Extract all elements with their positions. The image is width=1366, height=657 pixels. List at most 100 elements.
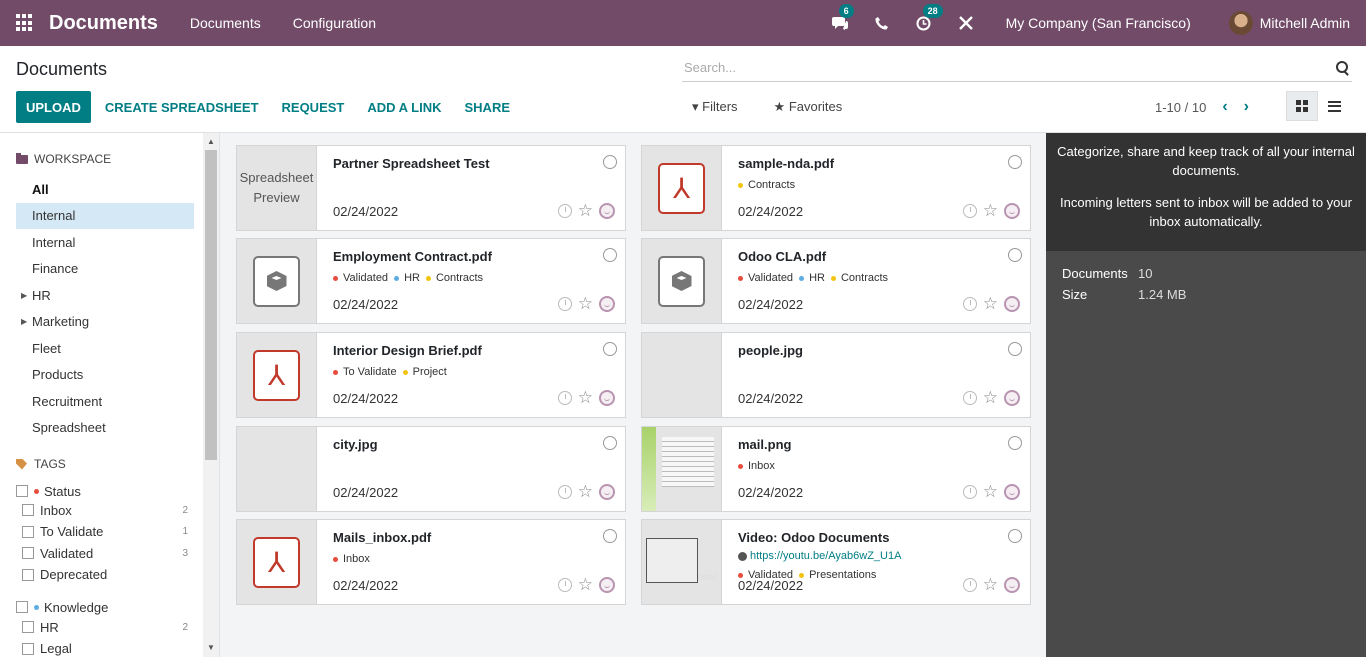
pager-next-icon[interactable]: ›: [1244, 98, 1249, 116]
scroll-down-icon[interactable]: ▼: [207, 643, 215, 652]
search-input[interactable]: [682, 60, 1336, 75]
menu-documents[interactable]: Documents: [190, 15, 261, 31]
clock-icon[interactable]: [962, 485, 977, 499]
star-icon[interactable]: ☆: [578, 576, 593, 593]
workspace-item[interactable]: Recruitment: [16, 388, 194, 414]
clock-icon[interactable]: [557, 297, 572, 311]
select-radio[interactable]: [1008, 155, 1022, 169]
url-text[interactable]: https://youtu.be/Ayab6wZ_U1A: [750, 550, 901, 562]
document-thumbnail[interactable]: [237, 239, 317, 323]
avatar-icon[interactable]: [599, 390, 615, 406]
workspace-item[interactable]: Spreadsheet: [16, 415, 194, 441]
document-card[interactable]: people.jpg 02/24/2022 ☆: [641, 332, 1031, 418]
document-card[interactable]: odoo Video: Odoo Documents https://youtu.b…: [641, 519, 1031, 605]
clock-icon[interactable]: [557, 485, 572, 499]
caret-right-icon[interactable]: ▶: [21, 291, 27, 300]
scroll-thumb[interactable]: [205, 150, 217, 460]
document-url[interactable]: https://youtu.be/Ayab6wZ_U1A: [738, 550, 901, 562]
document-name[interactable]: city.jpg: [333, 437, 378, 452]
tag-filter[interactable]: Validated 3: [22, 543, 192, 563]
document-name[interactable]: Employment Contract.pdf: [333, 249, 492, 264]
document-card[interactable]: mail.png Inbox 02/24/2022 ☆: [641, 426, 1031, 512]
checkbox[interactable]: [22, 525, 34, 538]
user-avatar[interactable]: [1228, 11, 1253, 35]
create-spreadsheet-button[interactable]: CREATE SPREADSHEET: [105, 100, 259, 115]
checkbox[interactable]: [22, 547, 34, 559]
workspace-item[interactable]: Internal: [16, 229, 194, 255]
document-name[interactable]: Video: Odoo Documents: [738, 530, 889, 545]
favorites-toggle[interactable]: ★ Favorites: [774, 99, 861, 115]
clock-icon[interactable]: [962, 578, 977, 592]
avatar-icon[interactable]: [599, 484, 615, 500]
scroll-up-icon[interactable]: ▲: [207, 137, 215, 146]
upload-button[interactable]: UPLOAD: [16, 91, 91, 123]
menu-configuration[interactable]: Configuration: [293, 15, 376, 31]
checkbox[interactable]: [16, 485, 28, 497]
avatar-icon[interactable]: [1004, 577, 1020, 593]
request-button[interactable]: REQUEST: [282, 100, 345, 115]
document-thumbnail[interactable]: ⅄: [237, 520, 317, 604]
workspace-item[interactable]: ▶ Marketing: [16, 309, 194, 335]
user-menu[interactable]: Mitchell Admin: [1260, 15, 1350, 31]
document-card[interactable]: Employment Contract.pdf Validated HR Contra…: [236, 238, 626, 324]
star-icon[interactable]: ☆: [578, 295, 593, 312]
document-thumbnail[interactable]: [642, 333, 722, 417]
avatar-icon[interactable]: [599, 577, 615, 593]
kanban-view-button[interactable]: [1286, 91, 1318, 121]
workspace-item[interactable]: Fleet: [16, 335, 194, 361]
clock-icon[interactable]: [557, 204, 572, 218]
tag-filter[interactable]: HR 2: [22, 617, 192, 637]
select-radio[interactable]: [603, 155, 617, 169]
document-thumbnail[interactable]: ⅄: [237, 333, 317, 417]
workspace-item[interactable]: Internal: [16, 202, 194, 229]
star-icon[interactable]: ☆: [983, 389, 998, 406]
star-icon[interactable]: ☆: [578, 202, 593, 219]
star-icon[interactable]: ☆: [983, 295, 998, 312]
clock-icon[interactable]: [962, 297, 977, 311]
tag-group-status[interactable]: Status: [16, 481, 192, 501]
workspace-item[interactable]: Finance: [16, 256, 194, 282]
debug-tools-icon[interactable]: [956, 13, 976, 33]
avatar-icon[interactable]: [599, 203, 615, 219]
avatar-icon[interactable]: [599, 296, 615, 312]
document-name[interactable]: Partner Spreadsheet Test: [333, 156, 490, 171]
select-radio[interactable]: [603, 248, 617, 262]
checkbox[interactable]: [22, 568, 34, 581]
workspace-item[interactable]: Products: [16, 362, 194, 388]
apps-menu-icon[interactable]: [16, 14, 34, 32]
tag-filter[interactable]: To Validate 1: [22, 522, 192, 542]
workspace-item[interactable]: All: [16, 176, 194, 202]
checkbox[interactable]: [22, 504, 34, 516]
star-icon[interactable]: ☆: [983, 483, 998, 500]
select-radio[interactable]: [603, 436, 617, 450]
search-icon[interactable]: [1336, 60, 1350, 75]
select-radio[interactable]: [1008, 248, 1022, 262]
workspace-item[interactable]: ▶ HR: [16, 282, 194, 308]
document-name[interactable]: Odoo CLA.pdf: [738, 249, 826, 264]
avatar-icon[interactable]: [1004, 390, 1020, 406]
checkbox[interactable]: [16, 601, 28, 613]
document-thumbnail[interactable]: [642, 427, 722, 511]
share-button[interactable]: SHARE: [465, 100, 511, 115]
star-icon[interactable]: ☆: [983, 576, 998, 593]
tag-filter[interactable]: Inbox 2: [22, 500, 192, 520]
document-name[interactable]: people.jpg: [738, 343, 803, 358]
star-icon[interactable]: ☆: [578, 389, 593, 406]
add-link-button[interactable]: ADD A LINK: [367, 100, 441, 115]
filters-toggle[interactable]: ▾ Filters: [692, 99, 756, 115]
document-name[interactable]: Mails_inbox.pdf: [333, 530, 431, 545]
select-radio[interactable]: [1008, 342, 1022, 356]
company-switcher[interactable]: My Company (San Francisco): [1006, 15, 1191, 31]
document-card[interactable]: Spreadsheet Preview Partner Spreadsheet T…: [236, 145, 626, 231]
select-radio[interactable]: [603, 529, 617, 543]
avatar-icon[interactable]: [1004, 484, 1020, 500]
sidebar-scrollbar[interactable]: ▲ ▼: [203, 133, 220, 657]
avatar-icon[interactable]: [1004, 203, 1020, 219]
document-name[interactable]: sample-nda.pdf: [738, 156, 834, 171]
document-card[interactable]: city.jpg 02/24/2022 ☆: [236, 426, 626, 512]
clock-icon[interactable]: [557, 578, 572, 592]
avatar-icon[interactable]: [1004, 296, 1020, 312]
select-radio[interactable]: [1008, 529, 1022, 543]
pager-value[interactable]: 1-10 / 10: [1155, 100, 1206, 115]
clock-icon[interactable]: [962, 204, 977, 218]
